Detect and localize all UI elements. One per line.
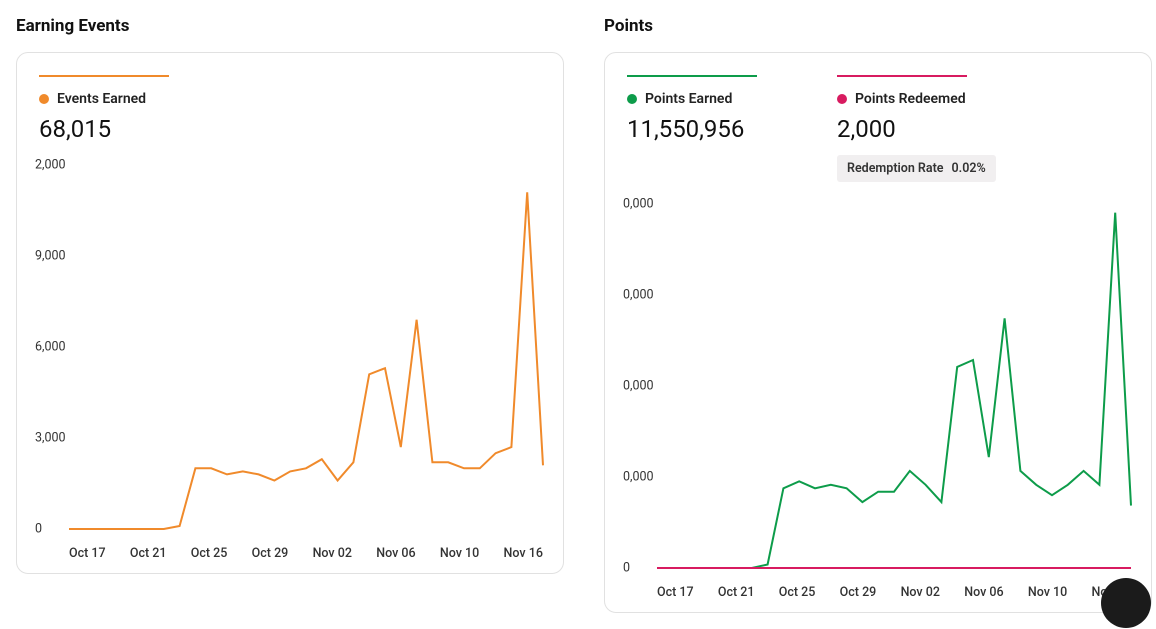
legend-label: Events Earned: [39, 91, 189, 107]
legend-text: Points Redeemed: [855, 91, 966, 107]
x-tick: Nov 10: [1028, 585, 1067, 600]
legend-dot-icon: [837, 94, 847, 104]
x-axis-ticks: Oct 17 Oct 21 Oct 25 Oct 29 Nov 02 Nov 06 Nov …: [69, 546, 543, 561]
x-tick: Oct 25: [779, 585, 816, 600]
legend-value: 11,550,956: [627, 115, 777, 143]
legend-events-earned[interactable]: Events Earned 68,015: [39, 75, 189, 143]
x-tick: Oct 17: [657, 585, 694, 600]
x-tick: Oct 29: [252, 546, 289, 561]
legend-line: [837, 75, 967, 77]
help-fab-button[interactable]: [1101, 578, 1151, 628]
legend-line: [39, 75, 169, 77]
x-tick: Oct 25: [191, 546, 228, 561]
x-tick: Nov 02: [901, 585, 940, 600]
legend-dot-icon: [39, 94, 49, 104]
y-tick: 0,000: [623, 288, 654, 303]
points-card: Points Earned 11,550,956 Points Redeemed…: [604, 52, 1152, 613]
legend-line: [627, 75, 757, 77]
points-chart: 00,0000,0000,0000,000 Oct 17Oct 21Oct 25…: [627, 200, 1131, 600]
earning-events-chart: 03,0006,0009,0002,000 Oct 17Oct 21Oct 25…: [39, 161, 543, 561]
legend-label: Points Redeemed: [837, 91, 996, 107]
x-tick: Oct 29: [840, 585, 877, 600]
panel-title: Points: [604, 16, 1152, 36]
legend-points-redeemed[interactable]: Points Redeemed 2,000 Redemption Rate 0.…: [837, 75, 996, 182]
x-tick: Nov 10: [440, 546, 479, 561]
badge-label: Redemption Rate: [847, 161, 944, 176]
x-tick: Nov 06: [964, 585, 1003, 600]
legend-value: 2,000: [837, 115, 996, 143]
legend: Events Earned 68,015: [39, 75, 541, 143]
y-tick: 0,000: [623, 470, 654, 485]
line-chart: [657, 200, 1131, 572]
earning-events-panel: Earning Events Events Earned 68,015 0 3,0…: [16, 16, 564, 613]
y-tick: 0: [623, 561, 630, 576]
earning-events-card: Events Earned 68,015 0 3,000 6,000 9,000 2,0…: [16, 52, 564, 574]
x-tick: Oct 21: [130, 546, 167, 561]
legend-points-earned[interactable]: Points Earned 11,550,956: [627, 75, 777, 182]
legend: Points Earned 11,550,956 Points Redeemed…: [627, 75, 1129, 182]
line-chart: [69, 161, 543, 533]
x-tick: Nov 16: [504, 546, 543, 561]
x-tick: Nov 06: [376, 546, 415, 561]
y-tick: 0,000: [623, 379, 654, 394]
y-tick: 3,000: [35, 431, 66, 446]
legend-value: 68,015: [39, 115, 189, 143]
y-tick: 2,000: [35, 158, 66, 173]
y-tick: 6,000: [35, 340, 66, 355]
x-axis-ticks: Oct 17 Oct 21 Oct 25 Oct 29 Nov 02 Nov 06 Nov …: [657, 585, 1131, 600]
y-tick: 0: [35, 522, 42, 537]
y-tick: 0,000: [623, 197, 654, 212]
x-tick: Oct 17: [69, 546, 106, 561]
legend-label: Points Earned: [627, 91, 777, 107]
x-tick: Oct 21: [718, 585, 755, 600]
points-panel: Points Points Earned 11,550,956 Points R…: [604, 16, 1152, 613]
redemption-rate-badge: Redemption Rate 0.02%: [837, 155, 996, 182]
legend-dot-icon: [627, 94, 637, 104]
legend-text: Events Earned: [57, 91, 146, 107]
panel-title: Earning Events: [16, 16, 564, 36]
legend-text: Points Earned: [645, 91, 732, 107]
y-tick: 9,000: [35, 249, 66, 264]
x-tick: Nov 02: [313, 546, 352, 561]
badge-value: 0.02%: [952, 161, 986, 176]
